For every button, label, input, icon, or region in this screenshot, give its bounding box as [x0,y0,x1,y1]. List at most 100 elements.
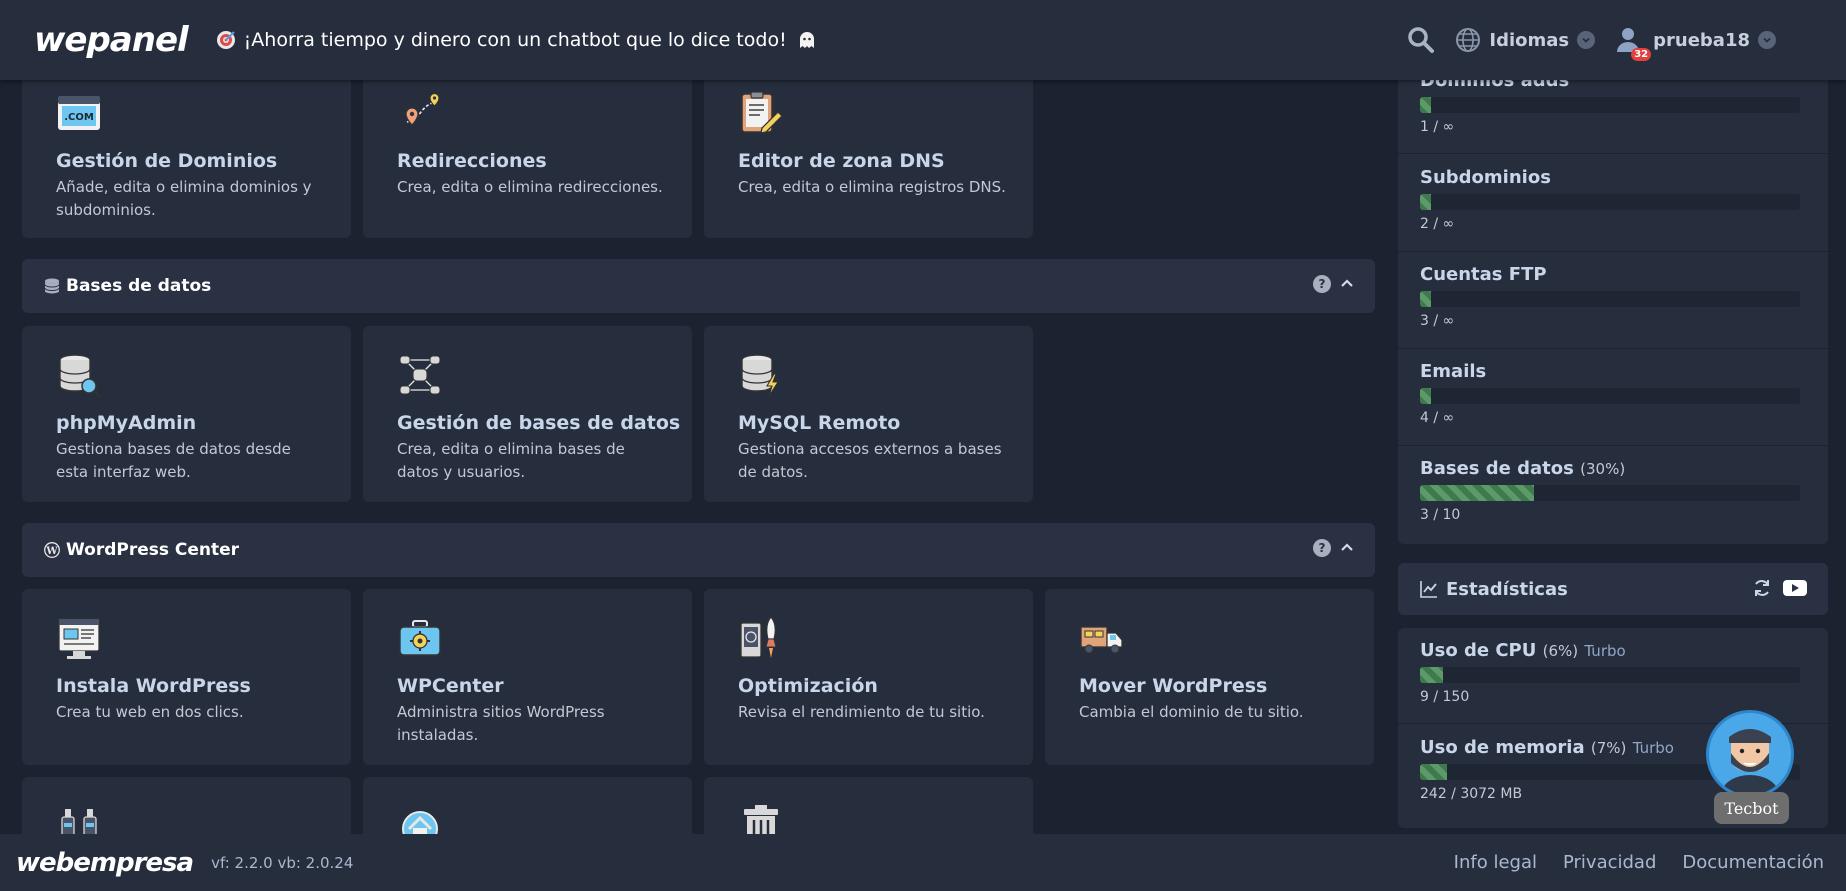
section-title: Estadísticas [1446,578,1568,600]
section-header-databases[interactable]: Bases de datos ? [22,259,1375,313]
database-network-icon [399,355,441,395]
target-dart-icon [216,31,235,49]
ghost-icon [799,32,814,48]
card-mover-wordpress[interactable]: Mover WordPress Cambia el dominio de tu … [1045,589,1374,765]
card-wpcenter[interactable]: WPCenter Administra sitios WordPress ins… [363,589,692,765]
usage-value: 9 / 150 [1420,689,1470,705]
chevron-down-icon [1577,31,1596,49]
resource-value: 3 / ∞ [1420,313,1455,329]
toolbox-gear-icon [399,620,441,656]
version-text: vf: 2.2.0 vb: 2.0.24 [211,853,354,872]
wepanel-logo[interactable]: wepanel [34,20,189,60]
avatar: 32 [1615,25,1652,61]
card-description: Administra sitios WordPress instaladas. [397,703,605,744]
clipboard-edit-icon [741,91,783,134]
card-description: Crea, edita o elimina bases de datos y u… [397,440,625,481]
resource-name: Emails [1420,361,1487,382]
resource-stat: Emails 4 / ∞ [1420,361,1800,426]
svg-text:W: W [45,546,58,557]
card-gestion-bases-datos[interactable]: Gestión de bases de datos Crea, edita o … [363,326,692,502]
usage-name: Uso de CPU [1420,640,1537,661]
progress-bar [1420,485,1800,501]
card-title: Editor de zona DNS [738,150,945,172]
card-instala-wordpress[interactable]: Instala WordPress Crea tu web en dos cli… [22,589,351,765]
card-description: Gestiona accesos externos a bases de dat… [738,440,1002,481]
card-description: Revisa el rendimiento de tu sitio. [738,703,985,721]
section-tools: ? [1313,539,1355,557]
footer-link-documentacion[interactable]: Documentación [1682,852,1824,873]
svg-text:.COM: .COM [64,112,94,123]
promo-banner[interactable]: ¡Ahorra tiempo y dinero con un chatbot q… [216,29,817,51]
card-description: Gestiona bases de datos desde esta inter… [56,440,291,481]
resources-panel: Dominios adds 1 / ∞ Subdominios 2 / ∞ Cu… [1398,60,1828,544]
resource-stat: Cuentas FTP 3 / ∞ [1420,264,1800,329]
progress-bar [1420,97,1800,113]
footer-link-info-legal[interactable]: Info legal [1454,852,1537,873]
card-title: phpMyAdmin [56,412,197,434]
card-title: Optimización [738,675,878,697]
card-title: MySQL Remoto [738,412,901,434]
database-icon [44,278,60,294]
language-label: Idiomas [1489,29,1570,51]
card-redirecciones[interactable]: Redirecciones Crea, edita o elimina redi… [363,62,692,238]
card-optimizacion[interactable]: Optimización Revisa el rendimiento de tu… [704,589,1033,765]
user-name: prueba18 [1653,29,1750,51]
section-title: WordPress Center [66,540,240,560]
user-menu[interactable]: 32 prueba18 [1615,25,1776,61]
language-selector[interactable]: Idiomas [1455,27,1596,53]
card-description: Crea, edita o elimina registros DNS. [738,178,1006,196]
chevron-up-icon[interactable] [1339,540,1355,556]
top-bar: wepanel ¡Ahorra tiempo y dinero con un c… [0,0,1846,80]
bot-face-icon [1709,713,1791,795]
browser-install-icon [58,618,100,659]
tecbot-chat-button[interactable]: Tecbot [1706,710,1794,826]
top-right-tools: Idiomas 32 prueba18 [1407,0,1776,80]
resource-value: 1 / ∞ [1420,119,1455,135]
tecbot-avatar [1706,710,1794,798]
card-title: Gestión de bases de datos [397,412,681,434]
card-title: Gestión de Dominios [56,150,278,172]
line-chart-icon [1420,581,1437,598]
progress-bar [1420,388,1800,404]
resource-value: 2 / ∞ [1420,216,1455,232]
card-mysql-remoto[interactable]: MySQL Remoto Gestiona accesos externos a… [704,326,1033,502]
section-header-wordpress[interactable]: W WordPress Center ? [22,523,1375,577]
database-search-icon [59,354,101,398]
webempresa-logo[interactable]: webempresa [16,848,194,878]
section-header-statistics[interactable]: Estadísticas [1398,563,1828,615]
card-gestion-dominios[interactable]: .COM Gestión de Dominios Añade, edita o … [22,62,351,238]
resource-stat: Subdominios 2 / ∞ [1420,167,1800,232]
card-title: Redirecciones [397,150,547,172]
card-description: Crea, edita o elimina redirecciones. [397,178,663,196]
rocket-optimize-icon [740,616,777,658]
card-description: Añade, edita o elimina dominios y subdom… [56,178,312,219]
resource-value: 3 / 10 [1420,507,1461,523]
card-description: Cambia el dominio de tu sitio. [1079,703,1304,721]
chevron-down-icon [1758,31,1776,49]
section-title: Bases de datos [66,276,212,296]
youtube-icon[interactable] [1782,578,1808,598]
tecbot-label: Tecbot [1714,792,1789,824]
help-icon[interactable]: ? [1313,539,1331,557]
card-title: Instala WordPress [56,675,251,697]
moving-truck-icon [1080,626,1123,654]
progress-bar [1420,291,1800,307]
chevron-up-icon[interactable] [1339,276,1355,292]
card-phpmyadmin[interactable]: phpMyAdmin Gestiona bases de datos desde… [22,326,351,502]
resource-name: Bases de datos [1420,458,1574,479]
database-bolt-icon [741,354,780,397]
card-editor-dns[interactable]: Editor de zona DNS Crea, edita o elimina… [704,62,1033,238]
usage-stat: Uso de CPU (6%) Turbo 9 / 150 [1420,640,1800,705]
resource-stat: Bases de datos (30%) 3 / 10 [1420,458,1800,523]
usage-name: Uso de memoria [1420,737,1585,758]
refresh-icon[interactable] [1752,578,1772,598]
redirect-pins-icon [405,92,440,126]
progress-bar [1420,194,1800,210]
wordpress-icon: W [44,542,60,558]
resource-name: Cuentas FTP [1420,264,1547,285]
globe-icon [1456,28,1481,52]
footer-link-privacidad[interactable]: Privacidad [1563,852,1656,873]
help-icon[interactable]: ? [1313,275,1331,293]
search-icon[interactable] [1407,26,1435,54]
promo-text: ¡Ahorra tiempo y dinero con un chatbot q… [243,29,787,51]
